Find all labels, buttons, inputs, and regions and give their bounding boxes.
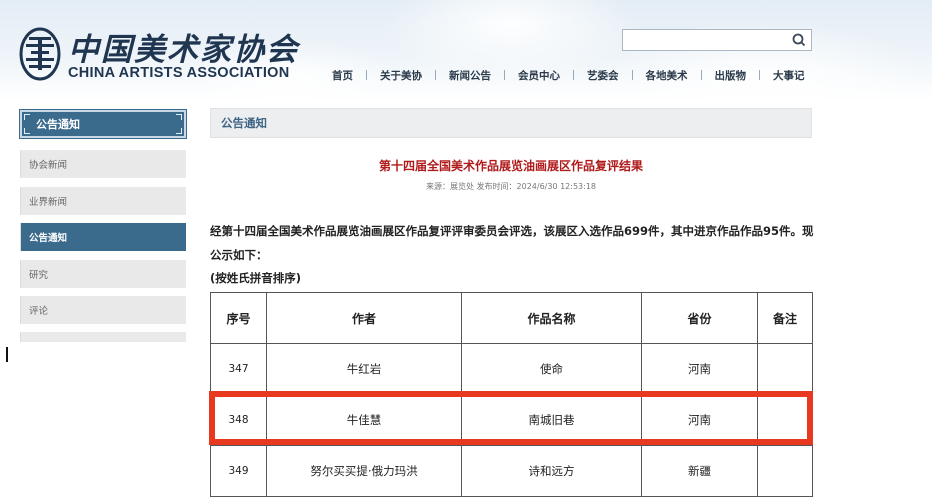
cell-province: 河南 (641, 394, 758, 446)
column-header-number: 序号 (210, 292, 267, 344)
column-header-remarks: 备注 (757, 292, 813, 344)
site-logo[interactable]: 中国美术家协会 CHINA ARTISTS ASSOCIATION (18, 24, 318, 86)
nav-item-publications[interactable]: 出版物 (715, 68, 747, 83)
table-row: 348 牛佳慧 南城旧巷 河南 (210, 394, 813, 446)
sidebar-item-research[interactable]: 研究 (20, 260, 186, 288)
nav-divider (573, 70, 574, 80)
nav-divider (631, 70, 633, 80)
column-header-work-title: 作品名称 (461, 292, 642, 344)
nav-item-about[interactable]: 关于美协 (380, 68, 422, 83)
nav-item-events[interactable]: 大事记 (773, 68, 805, 83)
cell-number: 347 (210, 343, 267, 395)
cell-author: 牛红岩 (266, 343, 462, 395)
cell-remarks (757, 394, 813, 446)
results-table: 序号 作者 作品名称 省份 备注 347 牛红岩 使命 河南 348 牛佳慧 南… (210, 292, 813, 497)
corner-ornament (176, 114, 182, 120)
sidebar-item-announcements[interactable]: 公告通知 (20, 223, 186, 251)
section-heading: 公告通知 (210, 108, 812, 138)
nav-divider (759, 70, 760, 80)
cell-number: 348 (210, 394, 267, 446)
column-header-author: 作者 (266, 292, 462, 344)
nav-item-home[interactable]: 首页 (332, 68, 353, 83)
nav-item-members[interactable]: 会员中心 (518, 68, 560, 83)
nav-divider (504, 70, 505, 80)
cell-work-title: 南城旧巷 (461, 394, 642, 446)
main-nav: 首页 关于美协 新闻公告 会员中心 艺委会 各地美术 出版物 大事记 (332, 68, 805, 82)
nav-item-regional[interactable]: 各地美术 (646, 68, 688, 83)
sidebar-item-partial[interactable] (20, 332, 186, 342)
cell-province: 新疆 (641, 445, 758, 497)
article-title: 第十四届全国美术作品展览油画展区作品复评结果 (378, 159, 643, 173)
cell-work-title: 诗和远方 (461, 445, 642, 497)
cell-author: 牛佳慧 (266, 394, 462, 446)
table-header-row: 序号 作者 作品名称 省份 备注 (210, 292, 813, 344)
nav-divider (435, 70, 436, 80)
article-meta: 来源：展览处 发布时间：2024/6/30 12:53:18 (425, 182, 597, 191)
nav-item-art-committee[interactable]: 艺委会 (587, 68, 619, 83)
cell-author: 努尔买买提·俄力玛洪 (266, 445, 462, 497)
corner-ornament (24, 128, 30, 134)
search-icon[interactable] (791, 32, 807, 48)
logo-chinese-name: 中国美术家协会 (68, 32, 299, 68)
sidebar-title: 公告通知 (19, 109, 187, 139)
column-header-province: 省份 (641, 292, 758, 344)
cell-remarks (757, 445, 813, 497)
logo-english-name: CHINA ARTISTS ASSOCIATION (68, 65, 290, 81)
sidebar-item-review[interactable]: 评论 (20, 296, 186, 324)
cell-remarks (757, 343, 813, 395)
sidebar-title-label: 公告通知 (36, 118, 80, 131)
nav-divider (366, 70, 367, 80)
text-cursor (6, 347, 8, 362)
table-row: 349 努尔买买提·俄力玛洪 诗和远方 新疆 (210, 445, 813, 497)
search-input[interactable] (622, 29, 812, 51)
sort-note: (按姓氏拼音排序) (210, 271, 302, 285)
sidebar-item-label: 评论 (29, 306, 49, 317)
sidebar-item-label: 研究 (29, 270, 49, 281)
cell-number: 349 (210, 445, 267, 497)
corner-ornament (176, 128, 182, 134)
sidebar-item-industry-news[interactable]: 业界新闻 (20, 187, 186, 215)
nav-divider (700, 70, 702, 80)
cell-province: 河南 (641, 343, 758, 395)
association-emblem-icon (19, 27, 61, 81)
site-header: 中国美术家协会 CHINA ARTISTS ASSOCIATION 首页 关于美… (0, 0, 932, 100)
sidebar-item-label: 公告通知 (29, 233, 68, 244)
table-row: 347 牛红岩 使命 河南 (210, 343, 813, 395)
sidebar-item-association-news[interactable]: 协会新闻 (20, 150, 186, 178)
corner-ornament (24, 114, 30, 120)
article-paragraph: 经第十四届全国美术作品展览油画展区作品复评评审委员会评选，该展区入选作品699件… (210, 224, 814, 262)
sidebar-item-label: 业界新闻 (29, 197, 68, 208)
sidebar-item-label: 协会新闻 (29, 160, 68, 171)
nav-item-news[interactable]: 新闻公告 (449, 68, 491, 83)
cell-work-title: 使命 (461, 343, 642, 395)
